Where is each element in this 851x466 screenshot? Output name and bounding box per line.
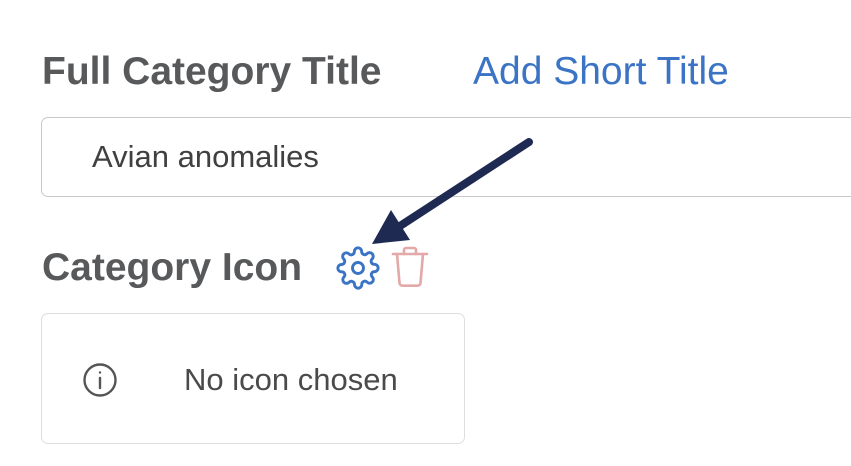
category-icon-label: Category Icon	[42, 246, 303, 289]
icon-preview-box: No icon chosen	[41, 313, 465, 444]
info-icon	[82, 362, 118, 398]
full-category-title-label: Full Category Title	[42, 50, 382, 93]
trash-icon[interactable]	[390, 245, 430, 289]
category-title-input[interactable]	[41, 117, 851, 197]
no-icon-chosen-text: No icon chosen	[184, 362, 398, 397]
category-form: Full Category Title Add Short Title Cate…	[0, 0, 851, 466]
add-short-title-link[interactable]: Add Short Title	[473, 48, 729, 96]
gear-icon[interactable]	[336, 246, 380, 290]
